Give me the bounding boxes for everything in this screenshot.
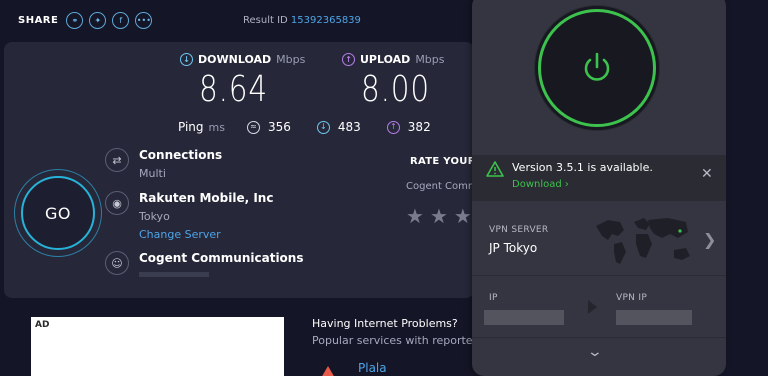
redacted-server-host [139,272,209,277]
jitter-value: 356 [267,120,291,134]
ip-label: IP [489,293,498,303]
ip-value-redacted [484,310,564,325]
connections-icon[interactable]: ⇄ [105,148,129,172]
problems-title: Having Internet Problems? [312,317,458,330]
service-link-plala[interactable]: Plala [358,361,387,375]
chevron-right-icon[interactable]: ❯ [703,230,716,249]
star-3[interactable]: ★ [454,204,472,228]
link-icon[interactable]: ⚭ [66,12,84,29]
vpn-ip-label: VPN IP [616,293,648,303]
change-server-link[interactable]: Change Server [139,228,221,241]
upload-icon: ↑ [342,53,355,66]
ping-row: Ping ms ≈ 356 ↓ 483 ↑ 382 [178,120,457,134]
power-icon [584,52,610,81]
ad-banner[interactable]: AD [31,317,284,376]
warning-icon [486,161,504,177]
upload-unit: Mbps [415,53,445,66]
vpn-server-value[interactable]: JP Tokyo [489,241,537,255]
twitter-icon[interactable]: ✦ [89,12,107,29]
upload-label: UPLOAD [360,53,411,66]
isp-name: Rakuten Mobile, Inc [139,191,274,205]
vpn-ip-value-redacted [616,310,692,325]
download-label: DOWNLOAD [198,53,272,66]
ping-upload-item: ↑ 382 [386,120,431,134]
share-bar: SHARE ⚭ ✦ f ••• [18,12,153,29]
ping-unit: ms [208,120,225,134]
download-unit: Mbps [276,53,306,66]
more-icon[interactable]: ••• [135,12,153,29]
download-header: ↓ DOWNLOAD Mbps [180,53,305,66]
ping-upload-icon: ↑ [386,120,400,134]
update-notice-text: Version 3.5.1 is available. [512,161,653,174]
result-id-link[interactable]: 15392365839 [291,15,361,26]
connections-title[interactable]: Connections [139,148,222,162]
download-value: 8.64 [199,69,269,110]
globe-icon: ◉ [105,191,129,215]
go-button[interactable]: GO [21,176,95,250]
rating-stars: ★ ★ ★ [406,204,472,228]
upload-header: ↑ UPLOAD Mbps [342,53,445,66]
download-update-link[interactable]: Download › [512,179,569,190]
chevron-down-icon[interactable]: ⌄ [587,344,603,360]
close-icon[interactable]: ✕ [701,166,713,182]
upload-value: 8.00 [361,69,431,110]
share-label: SHARE [18,15,59,26]
warning-triangle-icon [321,366,335,376]
vpn-panel: Version 3.5.1 is available. Download › ✕… [472,0,726,376]
ping-label: Ping [178,120,204,134]
ping-download-value: 483 [337,120,361,134]
result-label: Result ID [243,15,288,26]
ping-upload-value: 382 [407,120,431,134]
server-name: Cogent Communications [139,251,304,265]
ad-label: AD [35,320,50,330]
divider [472,337,726,338]
connections-mode: Multi [139,167,166,180]
jitter-item: ≈ 356 [246,120,291,134]
user-icon: ☺ [105,251,129,275]
jitter-icon: ≈ [246,120,260,134]
isp-location: Tokyo [139,210,170,223]
result-id: Result ID 15392365839 [243,15,361,26]
problems-sub: Popular services with reported [312,334,480,347]
divider [472,275,726,276]
arrow-right-icon [588,300,597,314]
ping-download-icon: ↓ [316,120,330,134]
ping-download-item: ↓ 483 [316,120,361,134]
world-map-icon [596,218,690,264]
star-1[interactable]: ★ [406,204,424,228]
star-2[interactable]: ★ [430,204,448,228]
download-icon: ↓ [180,53,193,66]
facebook-icon[interactable]: f [112,12,130,29]
rate-sub: Cogent Comm [406,181,478,192]
vpn-server-label: VPN SERVER [489,225,549,235]
